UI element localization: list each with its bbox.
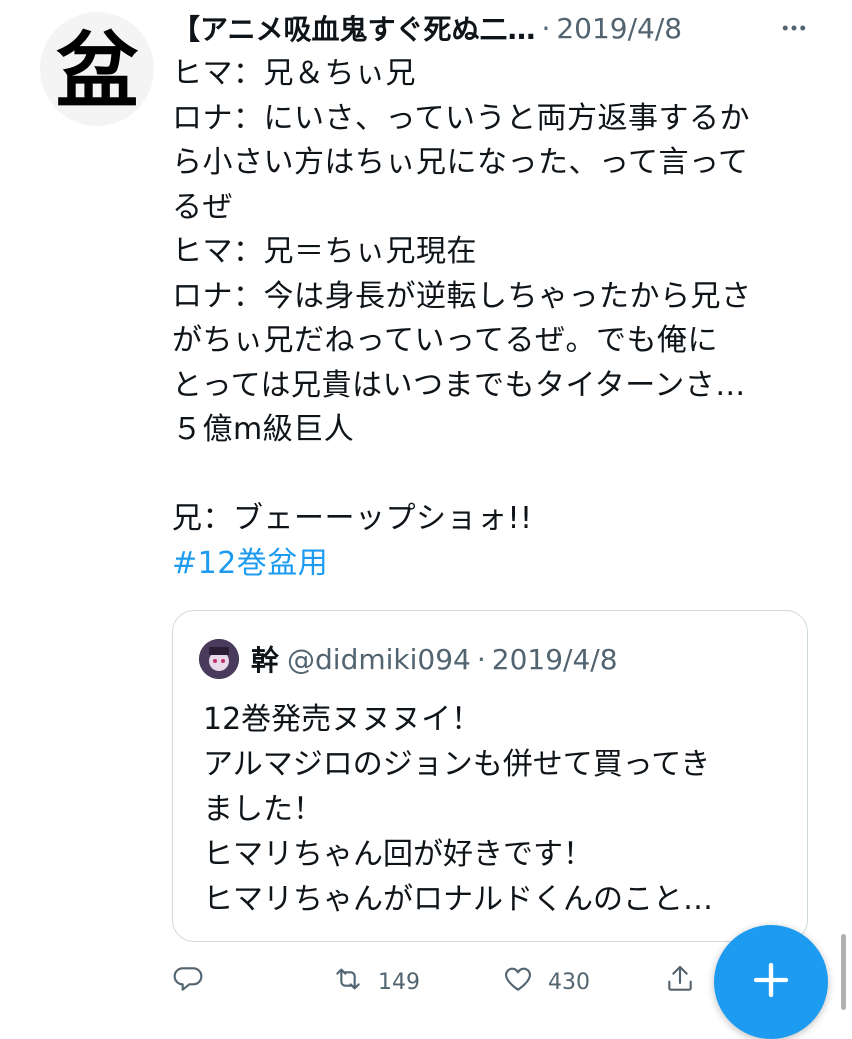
quoted-tweet[interactable]: 幹 @didmiki094 · 2019/4/8 12巻発売ヌヌヌイ！ アルマジ…: [172, 610, 808, 942]
quoted-author-name: 幹: [251, 644, 280, 677]
quoted-tweet-date: 2019/4/8: [491, 642, 618, 676]
more-options-icon[interactable]: [776, 10, 812, 46]
quoted-author-avatar[interactable]: [199, 639, 239, 679]
share-button[interactable]: [664, 958, 696, 1006]
tweet-line: ５億m級巨人: [172, 412, 355, 447]
tweet-date[interactable]: 2019/4/8: [556, 12, 682, 45]
tweet-line: ら小さい方はちぃ兄になった、って言って: [172, 145, 749, 180]
quoted-line: アルマジロのジョンも併せて買ってき: [203, 747, 711, 782]
tweet-line: るぜ: [172, 189, 233, 225]
quoted-author-handle: @didmiki094: [287, 642, 471, 676]
separator-dot: ·: [541, 11, 551, 45]
separator-dot: ·: [476, 642, 486, 676]
retweet-count: 149: [378, 969, 420, 995]
tweet-line: 兄：ブェーーップショォ!!: [172, 501, 533, 536]
retweet-button[interactable]: 149: [332, 958, 420, 1006]
quoted-line: ヒマリちゃん回が好きです！: [203, 837, 593, 872]
tweet-line: ロナ：今は身長が逆転しちゃったから兄さ: [172, 278, 752, 314]
tweet-line: とっては兄貴はいつまでもタイターンさ…: [172, 367, 746, 403]
share-icon: [664, 963, 696, 1001]
heart-icon: [502, 963, 534, 1001]
tweet-text: ヒマ：兄＆ちぃ兄 ロナ：にいさ、っていうと両方返事するか ら小さい方はちぃ兄にな…: [172, 52, 812, 586]
quoted-tweet-header: 幹 @didmiki094 · 2019/4/8: [199, 637, 618, 681]
reply-button[interactable]: [172, 958, 204, 1006]
quoted-line: ヒマリちゃんがロナルドくんのこと…: [203, 882, 713, 917]
quoted-line: ました！: [203, 792, 323, 827]
tweet-line: ヒマ：兄＝ちぃ兄現在: [172, 234, 477, 269]
svg-text:盆: 盆: [56, 24, 139, 117]
author-avatar[interactable]: 盆: [40, 12, 154, 126]
tweet-line: ロナ：にいさ、っていうと両方返事するか: [172, 100, 750, 136]
compose-tweet-button[interactable]: [714, 925, 828, 1039]
author-display-name[interactable]: 【アニメ吸血鬼すぐ死ぬ二…: [172, 8, 535, 48]
hashtag-link[interactable]: #12巻盆用: [172, 542, 812, 587]
retweet-icon: [332, 963, 364, 1001]
like-button[interactable]: 430: [502, 958, 590, 1006]
avatar-logo: 盆: [56, 24, 139, 117]
reply-icon: [172, 963, 204, 1001]
plus-icon: [751, 960, 791, 1004]
tweet-line: がちぃ兄だねっていってるぜ。でも俺に: [172, 323, 718, 358]
quoted-line: 12巻発売ヌヌヌイ！: [203, 702, 482, 737]
scrollbar[interactable]: [841, 934, 846, 1010]
like-count: 430: [548, 969, 590, 995]
tweet-header: 【アニメ吸血鬼すぐ死ぬ二… · 2019/4/8: [172, 8, 812, 48]
tweet-line: ヒマ：兄＆ちぃ兄: [172, 56, 416, 91]
quoted-tweet-text: 12巻発売ヌヌヌイ！ アルマジロのジョンも併せて買ってき ました！ ヒマリちゃん…: [203, 697, 793, 922]
tweet-actions: 149 430: [172, 958, 732, 1006]
